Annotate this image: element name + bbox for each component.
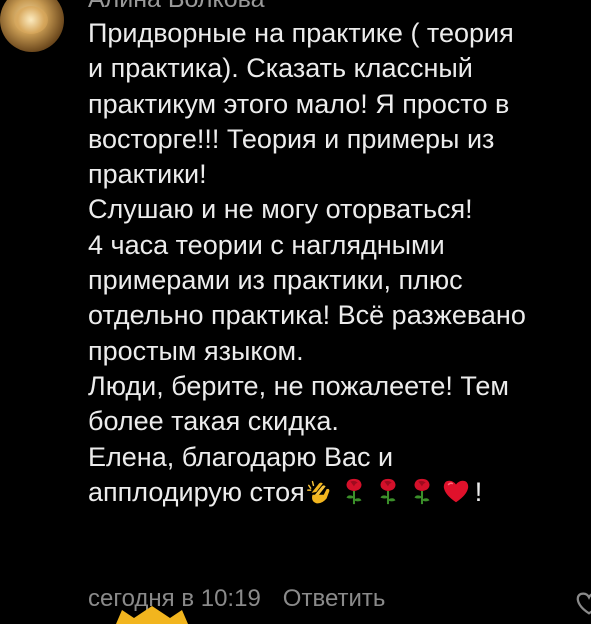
heart-outline-icon[interactable] [574,588,591,618]
rose-icon [346,478,362,504]
comment-line: более такая скидка. [88,406,339,437]
comment-author[interactable]: Алина Волкова [88,0,265,14]
comment-line: Придворные на практике ( теория [88,18,514,48]
rose-icon [414,478,430,504]
rose-icon [380,478,396,504]
comment-line-end: ! [474,476,483,507]
comment-text: Придворные на практике ( теория и практи… [88,16,591,510]
comment-line: практики! [88,159,207,190]
clapping-hands-icon [306,480,330,504]
comment-line: Слушаю и не могу оторваться! [88,194,473,225]
reply-button[interactable]: Ответить [283,585,386,612]
red-heart-icon [443,480,468,503]
comment-line: Елена, благодарю Вас и [88,441,394,472]
comment-line: отдельно практика! Всё разжевано [88,300,526,331]
crown-emoji-icon [116,606,188,624]
comment-line: 4 часа теории с наглядными [88,229,445,260]
comment-last-line: апплодирую стоя ! [88,475,591,510]
comment-line: восторге!!! Теория и примеры из [88,123,495,154]
comment-line: примерами из практики, плюс [88,265,463,296]
comment-line: и практика). Сказать классный [88,53,473,84]
comment-line: практикум этого мало! Я просто в [88,88,510,119]
comment-line: простым языком. [88,335,304,366]
comment-line: Люди, берите, не пожалеете! Тем [88,370,509,401]
comment-line-text: апплодирую стоя [88,476,305,507]
author-avatar[interactable] [0,0,64,52]
